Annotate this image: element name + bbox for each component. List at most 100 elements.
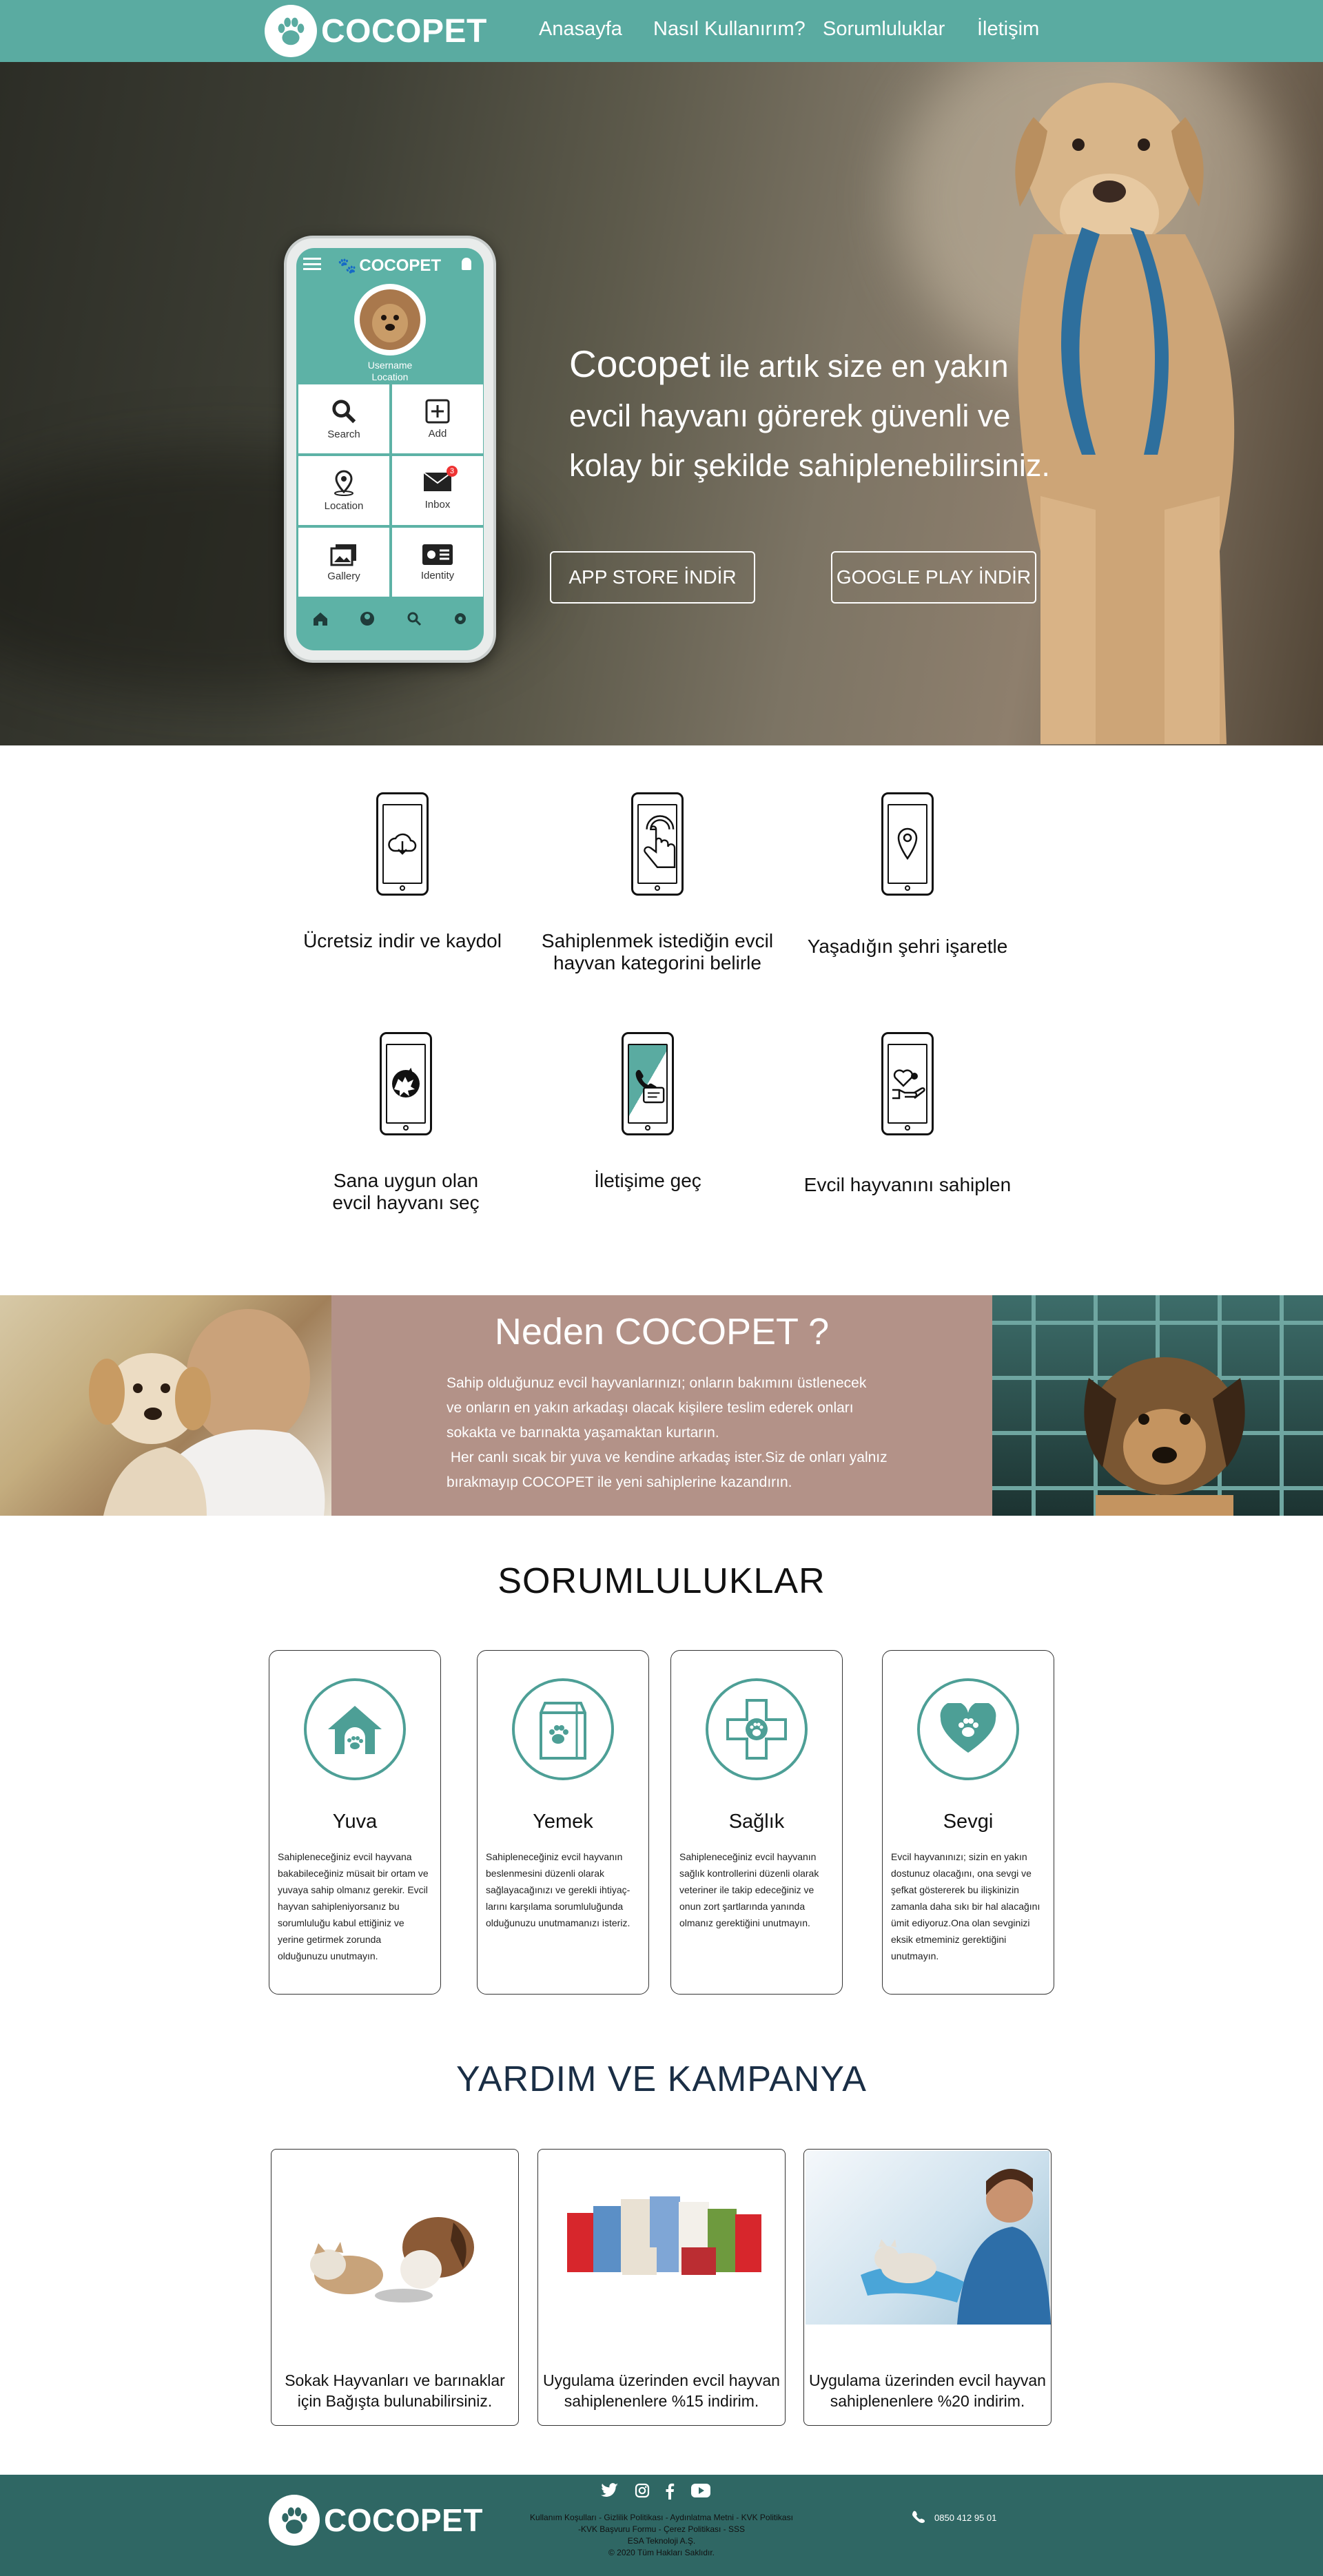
profile-icon[interactable]: [360, 611, 375, 626]
gear-icon[interactable]: [453, 611, 468, 626]
phone-tile-identity[interactable]: Identity: [392, 528, 483, 597]
twitter-icon[interactable]: [601, 2483, 619, 2498]
card-food: Yemek Sahipleneceğiniz evcil hayvanın be…: [477, 1650, 649, 1995]
step-label: Ücretsiz indir ve kaydol: [303, 930, 502, 951]
hero-brand-word: Cocopet: [569, 342, 710, 385]
phone-bottom-nav: [296, 605, 484, 632]
help-card-discount-15[interactable]: Uygulama üzerinden evcil hayvan sahiplene…: [537, 2149, 786, 2426]
tile-label: Search: [327, 428, 360, 440]
why-title: Neden COCOPET ?: [494, 1311, 830, 1352]
nav-home[interactable]: Anasayfa: [539, 18, 622, 41]
step-adopt: Evcil hayvanını sahiplen: [777, 1032, 1038, 1196]
tile-label: Gallery: [327, 570, 360, 582]
avatar: [354, 284, 426, 356]
help-card-discount-20[interactable]: Uygulama üzerinden evcil hayvan sahiplene…: [803, 2149, 1052, 2426]
phone-tile-gallery[interactable]: Gallery: [298, 528, 389, 597]
hero-line-2: evcil hayvanı görerek güvenli ve: [569, 398, 1011, 433]
hero-section: 🐾 COCOPET Username Location Search Add Lo…: [0, 62, 1323, 745]
card-text: Sahipleneceğiniz evcil hayvanın beslenme…: [486, 1851, 630, 1928]
help-caption: Sokak Hayvanları ve barınaklar: [285, 2371, 505, 2389]
search-icon: [332, 399, 356, 423]
site-header: COCOPET Anasayfa Nasıl Kullanırım? Sorum…: [0, 0, 1323, 62]
card-text: Sahipleneceğiniz evcil hayvanın sağlık k…: [679, 1851, 819, 1928]
step-download: Ücretsiz indir ve kaydol: [271, 792, 533, 952]
help-title: YARDIM VE KAMPANYA: [456, 2059, 867, 2099]
paw-logo-icon: [265, 5, 317, 57]
phone-app-title: COCOPET: [359, 256, 442, 275]
pet-food-icon: [512, 1678, 614, 1780]
why-section: Neden COCOPET ? Sahip olduğunuz evcil ha…: [331, 1295, 992, 1516]
home-icon[interactable]: [312, 611, 329, 626]
tile-label: Inbox: [424, 498, 451, 511]
footer-phone[interactable]: 0850 412 95 01: [911, 2511, 996, 2524]
nav-contact[interactable]: İletişim: [977, 18, 1039, 41]
phone-tile-search[interactable]: Search: [298, 384, 389, 453]
bell-icon: [462, 258, 471, 270]
step-label: Evcil hayvanını sahiplen: [803, 1174, 1012, 1195]
vet-with-cat-image: [806, 2151, 1051, 2325]
why-line: bırakmayıp COCOPET ile yeni sahiplerine …: [447, 1474, 792, 1490]
why-line: ve onların en yakın arkadaşı olacak kişi…: [447, 1400, 854, 1416]
step-contact: İletişime geç: [517, 1032, 779, 1192]
why-line: Sahip olduğunuz evcil hayvanlarınızı; on…: [447, 1375, 867, 1391]
step-label: İletişime geç: [594, 1170, 701, 1191]
phone-location: Location: [371, 371, 409, 382]
pet-select-icon: [380, 1032, 432, 1135]
phone-tile-inbox[interactable]: 3 Inbox: [392, 456, 483, 525]
footer-links: Kullanım Koşulları - Gizlilik Politikası…: [496, 2512, 827, 2559]
responsibilities-title: SORUMLULUKLAR: [498, 1561, 825, 1601]
phone-tile-location[interactable]: Location: [298, 456, 389, 525]
card-title: Yemek: [533, 1811, 593, 1833]
card-text: Evcil hayvanınızı; sizin en yakın dostun…: [891, 1851, 1040, 1961]
help-caption: için Bağışta bulunabilirsiniz.: [297, 2392, 493, 2410]
card-title: Sevgi: [943, 1811, 994, 1833]
why-line: Her canlı sıcak bir yuva ve kendine arka…: [447, 1450, 888, 1465]
footer-legal-links[interactable]: Kullanım Koşulları - Gizlilik Politikası…: [496, 2512, 827, 2524]
header-logo[interactable]: COCOPET: [265, 5, 487, 57]
location-pin-icon: [881, 792, 934, 896]
phone-tile-add[interactable]: Add: [392, 384, 483, 453]
heart-paw-icon: [917, 1678, 1019, 1780]
phone-icon: [912, 2511, 925, 2523]
phone-app-logo: 🐾 COCOPET: [338, 256, 441, 276]
instagram-icon[interactable]: [635, 2483, 650, 2498]
hero-line-3: kolay bir şekilde sahiplenebilirsiniz.: [569, 448, 1050, 483]
health-cross-icon: [706, 1678, 808, 1780]
footer-logo[interactable]: COCOPET: [269, 2495, 483, 2546]
footer-legal-links-2[interactable]: -KVK Başvuru Formu - Çerez Politikası - …: [496, 2524, 827, 2535]
app-store-button[interactable]: APP STORE İNDİR: [550, 551, 755, 604]
card-health: Sağlık Sahipleneceğiniz evcil hayvanın s…: [670, 1650, 843, 1995]
inbox-badge: 3: [447, 465, 458, 477]
step-label: Sahiplenmek istediğin evcil hayvan kateg…: [541, 930, 774, 973]
tile-label: Add: [428, 427, 447, 440]
envelope-icon: 3: [423, 465, 458, 495]
footer-phone-number: 0850 412 95 01: [934, 2512, 997, 2523]
add-icon: [425, 399, 450, 423]
hamburger-menu-icon: [303, 258, 321, 270]
tile-label: Location: [324, 499, 364, 512]
youtube-icon[interactable]: [690, 2483, 711, 2498]
facebook-icon[interactable]: [665, 2483, 675, 2500]
nav-how-to-use[interactable]: Nasıl Kullanırım?: [653, 18, 806, 41]
step-label: Yaşadığın şehri işaretle: [807, 936, 1008, 957]
dog-house-icon: [304, 1678, 406, 1780]
footer-company: ESA Teknoloji A.Ş.: [627, 2536, 696, 2546]
paw-icon: 🐾: [338, 257, 357, 274]
footer-logo-text: COCOPET: [324, 2502, 483, 2538]
step-city: Yaşadığın şehri işaretle: [777, 792, 1038, 958]
step-category: Sahiplenmek istediğin evcil hayvan kateg…: [526, 792, 788, 974]
why-body: Sahip olduğunuz evcil hayvanlarınızı; on…: [447, 1371, 929, 1495]
card-home: Yuva Sahipleneceğiniz evcil hayvana baka…: [269, 1650, 441, 1995]
help-caption: sahiplenenlere %20 indirim.: [830, 2392, 1025, 2410]
why-line: sokakta ve barınakta yaşamaktan kurtarın…: [447, 1425, 719, 1441]
nav-responsibilities[interactable]: Sorumluluklar: [823, 18, 945, 41]
google-play-button[interactable]: GOOGLE PLAY İNDİR: [831, 551, 1036, 604]
id-card-icon: [422, 544, 453, 565]
pet-food-products-image: [540, 2151, 783, 2325]
card-title: Sağlık: [728, 1811, 785, 1833]
cat-and-dog-image: [273, 2151, 517, 2325]
search-icon[interactable]: [407, 611, 422, 626]
card-love: Sevgi Evcil hayvanınızı; sizin en yakın …: [882, 1650, 1054, 1995]
help-card-donation[interactable]: Sokak Hayvanları ve barınaklar için Bağış…: [271, 2149, 519, 2426]
hero-line-1: ile artık size en yakın: [710, 349, 1009, 384]
